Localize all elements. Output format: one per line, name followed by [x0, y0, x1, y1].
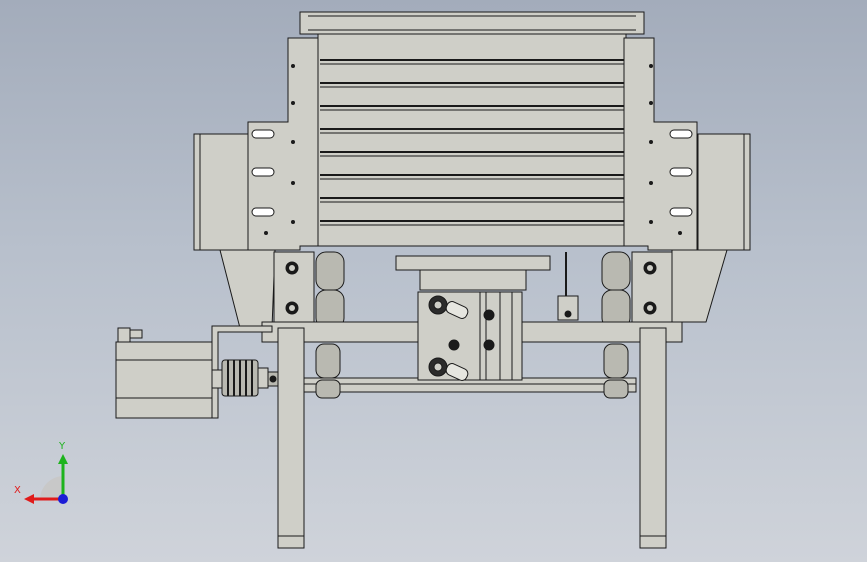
- dot-icon: [58, 494, 68, 504]
- left-side-plate[interactable]: [247, 37, 319, 251]
- triad-y-label: Y: [59, 441, 66, 452]
- left-leg[interactable]: [277, 327, 305, 549]
- right-side-plate[interactable]: [623, 37, 698, 251]
- coordinate-triad: Y X: [14, 442, 74, 506]
- left-rollers[interactable]: [315, 251, 345, 329]
- left-side-box[interactable]: [193, 133, 249, 251]
- right-leg[interactable]: [639, 327, 667, 549]
- graphics-viewport[interactable]: Y X: [0, 0, 867, 562]
- shaft-coupling[interactable]: [221, 359, 279, 397]
- top-housing[interactable]: [299, 11, 645, 247]
- right-hopper[interactable]: [671, 249, 728, 323]
- cad-model-view[interactable]: [0, 0, 867, 562]
- center-top-plate[interactable]: [395, 255, 551, 271]
- servo-motor[interactable]: [115, 341, 213, 419]
- triad-x-label: X: [14, 485, 21, 496]
- left-hopper[interactable]: [219, 249, 276, 329]
- right-rollers[interactable]: [601, 251, 631, 329]
- right-side-box[interactable]: [697, 133, 751, 251]
- slat-panel: [317, 33, 627, 247]
